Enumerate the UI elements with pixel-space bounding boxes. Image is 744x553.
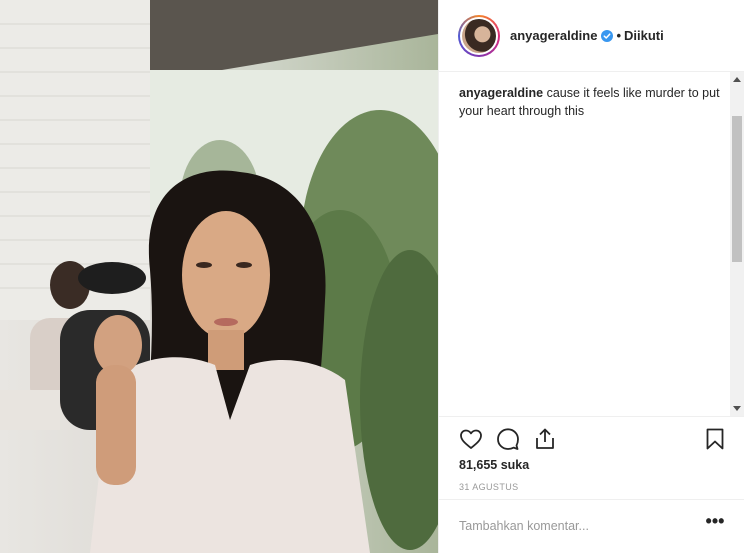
like-count[interactable]: 81,655 suka [459,458,529,472]
caption-username[interactable]: anyageraldine [459,86,543,100]
story-ring[interactable] [458,14,500,57]
post-date[interactable]: 31 AGUSTUS [459,482,519,492]
comments-scrollbar[interactable] [730,72,744,416]
save-button[interactable] [703,427,727,451]
action-bar [439,416,744,460]
verified-badge-icon [601,29,614,42]
header-text: anyageraldine • Diikuti [510,28,664,43]
heart-icon [460,429,482,449]
comment-button[interactable] [496,427,520,451]
like-button[interactable] [459,427,483,451]
share-button[interactable] [533,427,557,451]
post-caption: anyageraldine cause it feels like murder… [459,84,721,120]
post-photo[interactable] [0,0,438,553]
scroll-thumb[interactable] [732,116,742,262]
comment-bar: ••• [439,499,744,553]
share-icon [536,428,554,449]
avatar[interactable] [462,18,496,53]
more-options-button[interactable]: ••• [703,512,727,538]
post-header: anyageraldine • Diikuti [439,0,744,72]
comment-icon [497,428,519,450]
avatar-frame [460,16,498,55]
separator-dot: • [616,28,621,43]
follow-status-button[interactable]: Diikuti [624,28,664,43]
post-photo-illustration [0,0,438,553]
comment-input[interactable] [459,515,689,537]
bookmark-icon [706,428,724,450]
post-details-panel: anyageraldine • Diikuti anyageraldine ca… [438,0,744,553]
scroll-up-arrow-icon[interactable] [733,77,741,82]
scroll-down-arrow-icon[interactable] [733,406,741,411]
author-username[interactable]: anyageraldine [510,28,597,43]
